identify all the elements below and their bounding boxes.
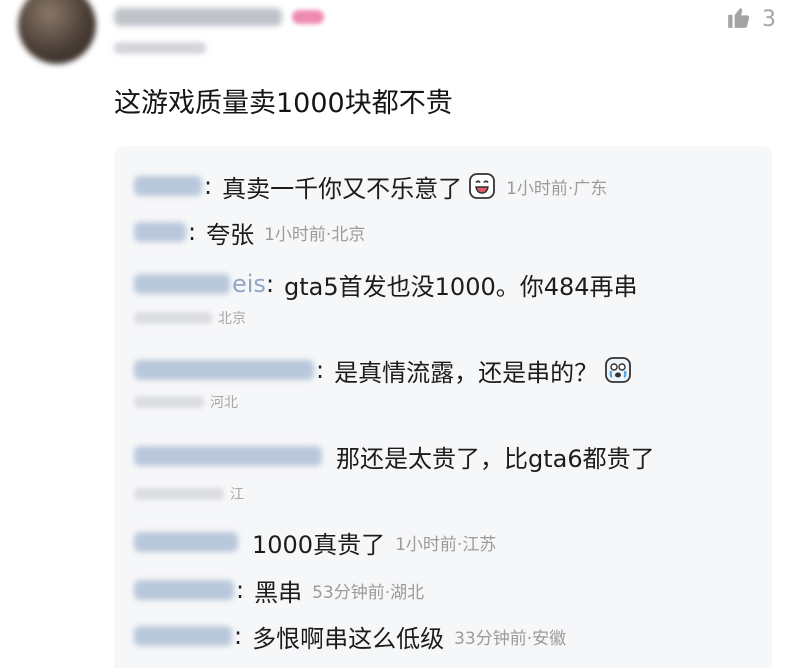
- tearful-face-emoji: [604, 356, 632, 384]
- author-name[interactable]: [114, 6, 324, 28]
- like-button[interactable]: 3: [726, 4, 776, 34]
- reply-username-blurred[interactable]: [134, 274, 230, 294]
- reply-item[interactable]: : 多恨啊串这么低级 33分钟前·安徽: [134, 616, 566, 656]
- reply-meta: 53分钟前·湖北: [312, 582, 425, 603]
- reply-item[interactable]: : 是真情流露，还是串的？: [134, 350, 632, 390]
- reply-meta: 1小时前·北京: [264, 224, 366, 245]
- reply-username-blurred[interactable]: [134, 222, 186, 242]
- thumbs-up-icon: [726, 4, 752, 34]
- reply-meta-blurred: [134, 312, 212, 324]
- reply-item[interactable]: : 真卖一千你又不乐意了 1小时前·广东: [134, 166, 607, 206]
- author-name-blurred: [114, 8, 282, 26]
- vip-badge: [292, 10, 324, 24]
- reply-item[interactable]: 那还是太贵了，比gta6都贵了: [134, 436, 655, 476]
- reply-text: gta5首发也没1000。你484再串: [284, 272, 638, 301]
- reply-text: 是真情流露，还是串的？: [334, 358, 599, 387]
- post-meta: [114, 40, 206, 56]
- reply-colon: :: [316, 356, 325, 384]
- reply-text: 夸张: [206, 220, 255, 249]
- reply-item[interactable]: eis : gta5首发也没1000。你484再串: [134, 264, 638, 304]
- post-meta-blurred: [114, 42, 206, 54]
- reply-item[interactable]: : 黑串 53分钟前·湖北: [134, 570, 424, 610]
- reply-username-blurred[interactable]: [134, 626, 232, 646]
- reply-username-blurred[interactable]: [134, 580, 234, 600]
- reply-meta-blurred: [134, 488, 224, 500]
- reply-colon: :: [236, 576, 245, 604]
- reply-username-tail: eis: [232, 270, 266, 298]
- reply-item[interactable]: : 夸张 1小时前·北京: [134, 212, 365, 252]
- reply-colon: :: [204, 172, 213, 200]
- reply-text: 黑串: [254, 578, 303, 607]
- reply-colon: :: [234, 622, 243, 650]
- reply-username-blurred[interactable]: [134, 176, 202, 196]
- reply-meta: 1小时前·江苏: [395, 534, 497, 555]
- reply-username-blurred[interactable]: [134, 446, 322, 466]
- reply-meta: 江: [134, 484, 244, 504]
- reply-meta-blurred: [134, 396, 204, 408]
- reply-text: 那还是太贵了，比gta6都贵了: [336, 444, 655, 473]
- reply-item[interactable]: 1000真贵了 1小时前·江苏: [134, 522, 496, 562]
- reply-meta: 33分钟前·安徽: [454, 628, 567, 649]
- reply-text: 真卖一千你又不乐意了: [222, 174, 463, 203]
- comment-text: 这游戏质量卖1000块都不贵: [114, 88, 453, 119]
- reply-colon: :: [265, 270, 275, 298]
- reply-colon: :: [188, 218, 197, 246]
- reply-meta: 北京: [134, 308, 246, 328]
- like-count: 3: [762, 6, 776, 32]
- reply-username-blurred[interactable]: [134, 532, 238, 552]
- reply-meta: 河北: [134, 392, 238, 412]
- reply-text: 多恨啊串这么低级: [252, 624, 445, 653]
- reply-text: 1000真贵了: [252, 530, 386, 559]
- grinning-face-emoji: [468, 172, 496, 200]
- reply-meta: 1小时前·广东: [506, 178, 608, 199]
- reply-username-blurred[interactable]: [134, 360, 314, 380]
- author-avatar[interactable]: [18, 0, 96, 64]
